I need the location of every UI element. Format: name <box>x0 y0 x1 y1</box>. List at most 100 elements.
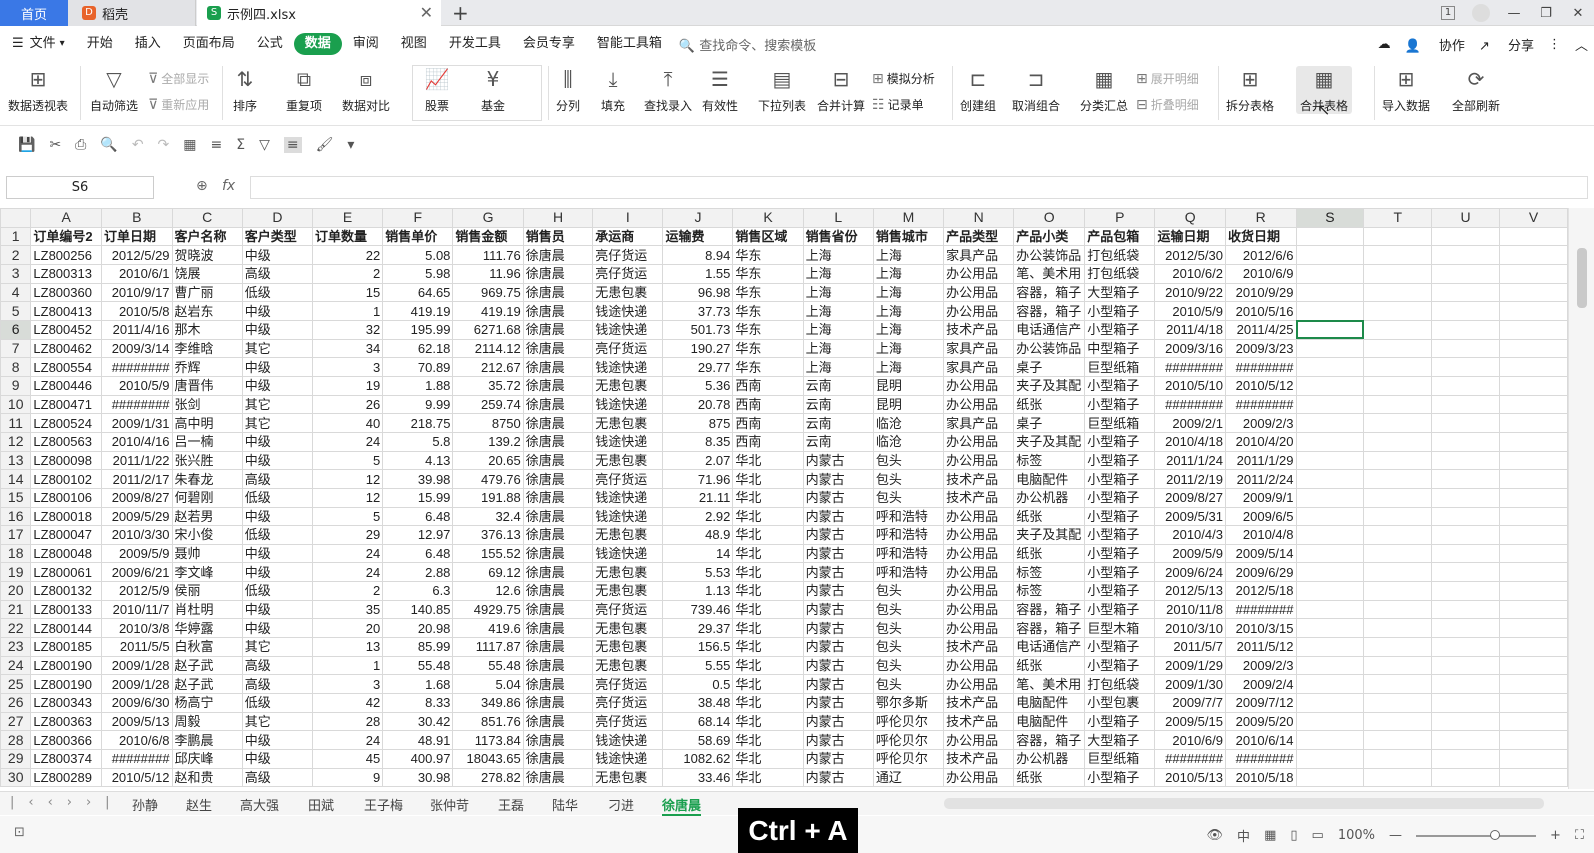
cell[interactable]: 内蒙古 <box>802 711 874 732</box>
cell[interactable]: 电脑配件 <box>1013 711 1086 732</box>
cell[interactable]: 1117.87 <box>452 637 524 657</box>
cell[interactable]: 小型箱子 <box>1084 450 1156 471</box>
cell[interactable]: ######## <box>1224 749 1297 769</box>
close-window-icon[interactable]: ✕ <box>1562 6 1594 21</box>
cell[interactable] <box>1431 394 1501 415</box>
cell[interactable]: 钱途快递 <box>592 394 664 415</box>
cell[interactable]: 无患包裹 <box>592 413 664 433</box>
more-icon[interactable]: ⋮ <box>1548 37 1561 52</box>
tab-workbook[interactable]: S 示例四.xlsx ✕ <box>197 0 441 26</box>
cell[interactable]: 739.46 <box>662 599 734 620</box>
cell[interactable]: 徐唐晨 <box>522 506 594 527</box>
cell[interactable]: 35 <box>311 599 384 620</box>
cell[interactable]: 呼伦贝尔 <box>872 749 945 769</box>
cell[interactable]: 20.65 <box>452 450 524 471</box>
cell[interactable]: 技术产品 <box>943 749 1015 769</box>
customize-qat-icon[interactable]: ▾ <box>347 137 354 153</box>
cell[interactable]: 小型箱子 <box>1084 543 1156 564</box>
cell[interactable]: 包头 <box>872 450 945 471</box>
cell[interactable]: 内蒙古 <box>802 693 874 713</box>
cell[interactable]: 桌子 <box>1013 413 1086 433</box>
cell[interactable]: LZ800144 <box>30 618 103 639</box>
cell[interactable]: 419.19 <box>452 301 524 321</box>
sheet-nav-icons[interactable]: |‹‹››| <box>10 795 124 810</box>
cell[interactable]: 家具产品 <box>943 413 1015 433</box>
cell[interactable]: 2012/5/13 <box>1154 581 1226 601</box>
cell[interactable]: 6.3 <box>382 581 454 601</box>
cell[interactable]: 夹子及其配 <box>1013 525 1086 545</box>
cell[interactable] <box>1499 599 1568 620</box>
menu-toolbox[interactable]: 智能工具箱 <box>586 33 673 55</box>
cell[interactable]: 包头 <box>872 655 945 676</box>
cell[interactable]: 2009/6/30 <box>101 693 173 713</box>
cell[interactable] <box>1295 506 1365 527</box>
cell[interactable]: 58.69 <box>662 730 734 751</box>
cell[interactable] <box>1431 637 1501 657</box>
cell[interactable]: 上海 <box>872 301 945 321</box>
minimize-icon[interactable]: — <box>1498 6 1530 21</box>
cell[interactable]: LZ800374 <box>30 749 103 769</box>
cell[interactable] <box>1499 730 1568 751</box>
cell[interactable]: 24 <box>311 562 384 583</box>
cell[interactable]: 0.5 <box>662 674 734 695</box>
cell[interactable]: 70.89 <box>382 357 454 377</box>
collab-button[interactable]: 👤 协作 <box>1405 35 1465 54</box>
cell[interactable]: 2011/4/25 <box>1224 319 1297 340</box>
cell[interactable]: 内蒙古 <box>802 487 874 508</box>
share-button[interactable]: ↗ 分享 <box>1479 35 1534 54</box>
cell[interactable]: 张兴胜 <box>171 450 243 471</box>
row-header[interactable]: 11 <box>0 413 32 433</box>
cell[interactable]: ######## <box>1154 394 1226 415</box>
cell[interactable] <box>1431 357 1501 377</box>
cell[interactable] <box>1499 263 1568 284</box>
cell[interactable]: 内蒙古 <box>802 618 874 639</box>
split-table-button[interactable]: ⊞ 拆分表格 <box>1226 66 1274 114</box>
cell[interactable]: 徐唐晨 <box>522 450 594 471</box>
cell[interactable]: 2.88 <box>382 562 454 583</box>
cell[interactable]: LZ800106 <box>30 487 103 508</box>
cell[interactable] <box>1295 450 1365 471</box>
cell[interactable] <box>1363 506 1433 527</box>
cell[interactable]: 办公用品 <box>943 525 1015 545</box>
row-header[interactable]: 15 <box>0 487 32 508</box>
cell[interactable] <box>1499 282 1568 303</box>
cell[interactable]: 34 <box>311 338 384 359</box>
cell[interactable]: 无患包裹 <box>592 562 664 583</box>
cell[interactable] <box>1431 767 1501 788</box>
cell[interactable]: 吕一楠 <box>171 431 243 452</box>
cell[interactable]: 2010/6/8 <box>101 730 173 751</box>
row-header[interactable]: 19 <box>0 562 32 583</box>
refresh-all-button[interactable]: ⟳ 全部刷新 <box>1452 66 1500 114</box>
cell[interactable]: 徐唐晨 <box>522 338 594 359</box>
cell[interactable]: 华北 <box>732 767 804 788</box>
row-header[interactable]: 24 <box>0 655 32 676</box>
cell[interactable]: 中型箱子 <box>1084 338 1156 359</box>
sheet-tab[interactable]: 张仲苛 <box>430 795 469 814</box>
cell[interactable]: 2010/5/9 <box>101 375 173 396</box>
cell[interactable]: 2012/6/6 <box>1224 245 1297 265</box>
cell[interactable]: 2009/5/31 <box>1154 506 1226 527</box>
cell[interactable]: 中级 <box>241 730 313 751</box>
cell[interactable]: 22 <box>311 245 384 265</box>
cell[interactable]: 2010/4/8 <box>1224 525 1297 545</box>
sheet-tab[interactable]: 王子梅 <box>364 795 403 814</box>
cell[interactable]: 小型箱子 <box>1084 581 1156 601</box>
cell[interactable]: 办公用品 <box>943 674 1015 695</box>
cell[interactable]: 中级 <box>241 431 313 452</box>
cell[interactable]: 徐唐晨 <box>522 357 594 377</box>
cell[interactable]: 徐唐晨 <box>522 581 594 601</box>
cell[interactable]: LZ800471 <box>30 394 103 415</box>
cell[interactable]: 亮仔货运 <box>592 263 664 284</box>
cell[interactable]: 中级 <box>241 301 313 321</box>
cell[interactable]: 2009/8/27 <box>1154 487 1226 508</box>
column-header-d[interactable]: D <box>241 208 313 228</box>
column-header-b[interactable]: B <box>101 208 173 228</box>
cell[interactable]: 8.94 <box>662 245 734 265</box>
cell[interactable]: 呼伦贝尔 <box>872 711 945 732</box>
tab-home[interactable]: 首页 <box>0 0 68 26</box>
cell[interactable]: 上海 <box>802 338 874 359</box>
cell[interactable]: 销售城市 <box>872 226 945 247</box>
cell[interactable]: 2.07 <box>662 450 734 471</box>
row-header[interactable]: 14 <box>0 469 32 489</box>
sheet-tab[interactable]: 赵生 <box>186 795 212 814</box>
